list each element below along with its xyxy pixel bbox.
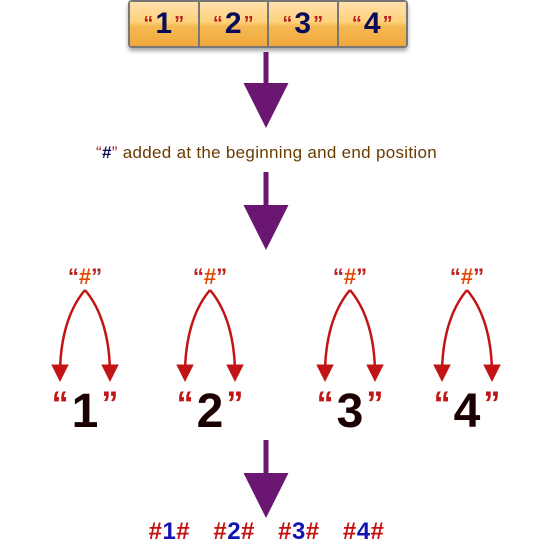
- split-arrow-1-right: [85, 290, 110, 375]
- caption-symbol: #: [102, 143, 112, 162]
- split-arrow-3-right: [350, 290, 375, 375]
- hash-symbol: #: [79, 264, 91, 289]
- quote-open: “: [317, 385, 334, 423]
- input-array: “ 1 ” “ 2 ” “ 3 ” “ 4 ”: [128, 0, 408, 48]
- caption: “#” added at the beginning and end posit…: [0, 143, 533, 163]
- quote-open: “: [434, 385, 451, 423]
- big-number-3: “3”: [317, 384, 384, 439]
- quote-open: “: [213, 13, 223, 36]
- quote-open: “: [143, 13, 153, 36]
- big-value: 1: [72, 385, 99, 438]
- quote-close: ”: [483, 385, 500, 423]
- input-cell-2: “ 2 ”: [200, 2, 270, 46]
- big-number-2: “2”: [177, 384, 244, 439]
- hash-label-2: “#”: [193, 264, 227, 290]
- big-value: 3: [337, 385, 364, 438]
- quote-close: ”: [356, 264, 367, 289]
- quote-close: ”: [101, 385, 118, 423]
- split-arrow-2-left: [185, 290, 210, 375]
- quote-open: “: [68, 264, 79, 289]
- input-cell-4: “ 4 ”: [339, 2, 407, 46]
- quote-close: ”: [216, 264, 227, 289]
- quote-open: “: [52, 385, 69, 423]
- quote-open: “: [450, 264, 461, 289]
- hash-symbol: #: [204, 264, 216, 289]
- diagram-stage: “ 1 ” “ 2 ” “ 3 ” “ 4 ”: [0, 0, 533, 555]
- input-value-2: 2: [225, 7, 242, 41]
- quote-open: “: [177, 385, 194, 423]
- quote-close: ”: [313, 13, 323, 36]
- quote-close: ”: [91, 264, 102, 289]
- quote-close: ”: [226, 385, 243, 423]
- quote-close: ”: [473, 264, 484, 289]
- split-arrow-3-left: [325, 290, 350, 375]
- hash-label-3: “#”: [333, 264, 367, 290]
- quote-open: “: [193, 264, 204, 289]
- input-cell-3: “ 3 ”: [269, 2, 339, 46]
- quote-close: ”: [244, 13, 254, 36]
- hash-label-1: “#”: [68, 264, 102, 290]
- big-number-4: “4”: [434, 384, 501, 439]
- result-3: #3#: [278, 518, 320, 545]
- quote-open: “: [352, 13, 362, 36]
- input-cell-1: “ 1 ”: [130, 2, 200, 46]
- big-number-1: “1”: [52, 384, 119, 439]
- quote-open: “: [282, 13, 292, 36]
- input-value-1: 1: [155, 7, 172, 41]
- quote-close: ”: [174, 13, 184, 36]
- hash-label-4: “#”: [450, 264, 484, 290]
- result-2: #2#: [213, 518, 255, 545]
- result-1: #1#: [149, 518, 191, 545]
- split-arrow-1-left: [60, 290, 85, 375]
- input-value-4: 4: [364, 7, 381, 41]
- big-value: 4: [454, 385, 481, 438]
- result-line: #1# #2# #3# #4#: [0, 518, 533, 546]
- big-value: 2: [197, 385, 224, 438]
- hash-symbol: #: [344, 264, 356, 289]
- input-value-3: 3: [294, 7, 311, 41]
- quote-open: “: [333, 264, 344, 289]
- hash-symbol: #: [461, 264, 473, 289]
- quote-close: ”: [366, 385, 383, 423]
- quote-close: ”: [383, 13, 393, 36]
- split-arrow-4-left: [442, 290, 467, 375]
- result-4: #4#: [343, 518, 385, 545]
- split-arrow-2-right: [210, 290, 235, 375]
- caption-text: added at the beginning and end position: [118, 143, 437, 162]
- split-arrow-4-right: [467, 290, 492, 375]
